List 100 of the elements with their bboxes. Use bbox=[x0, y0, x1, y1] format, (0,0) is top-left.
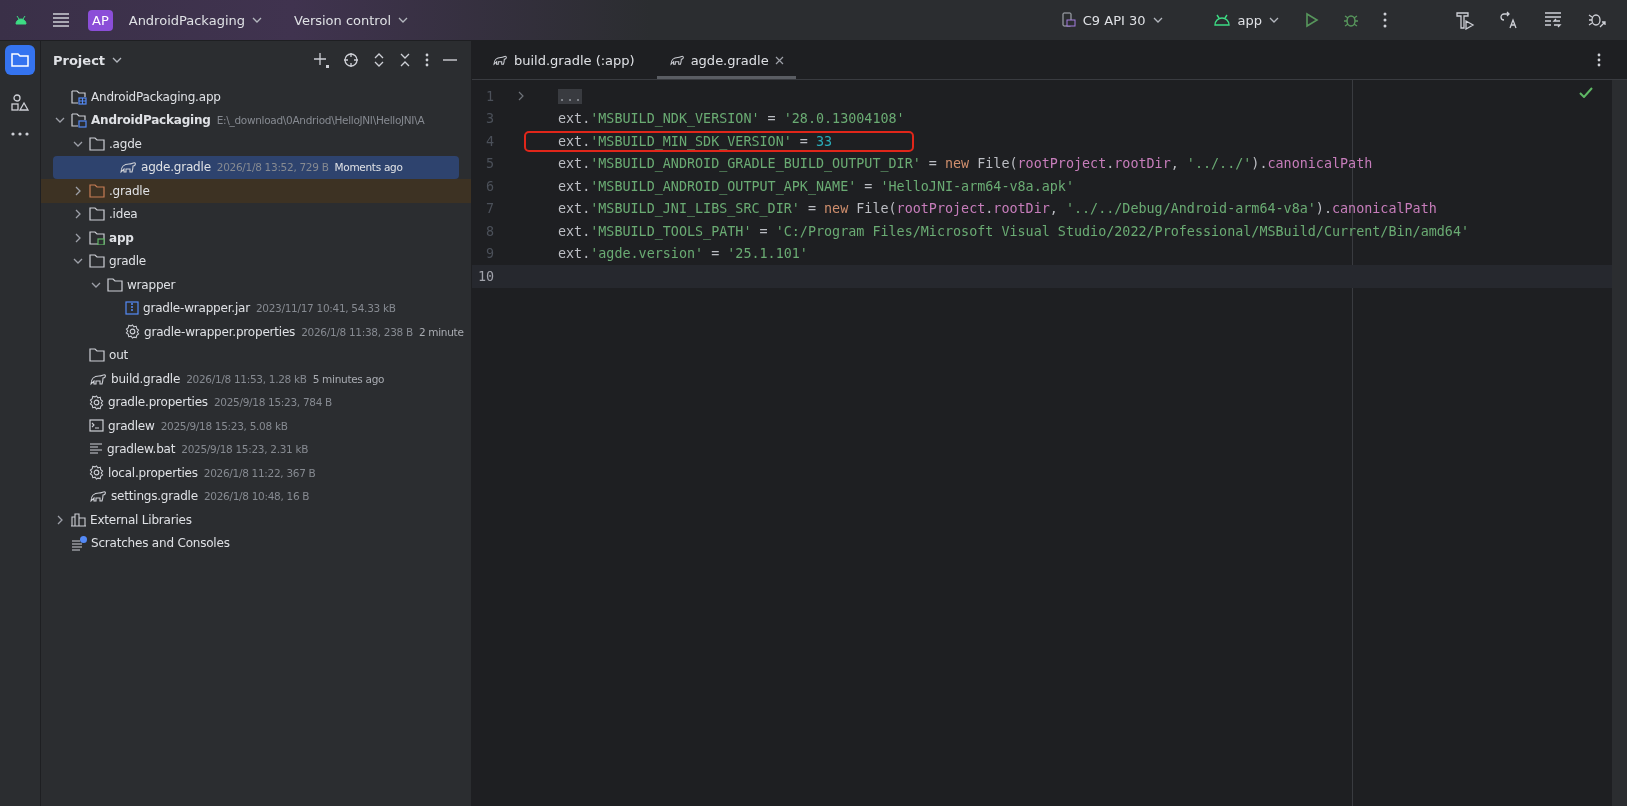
more-icon[interactable] bbox=[425, 53, 429, 67]
check-icon bbox=[1579, 87, 1593, 98]
code-line: ext.'MSBUILD_ANDROID_OUTPUT_APK_NAME' = 'HelloJNI-arm64-v8a.apk' bbox=[558, 177, 1074, 195]
folder-icon bbox=[89, 136, 105, 151]
chevron-icon[interactable] bbox=[73, 209, 83, 220]
tree-row[interactable]: build.gradle 2026/1/8 11:53, 1.28 kB 5 minutes ago bbox=[41, 367, 471, 391]
more-icon[interactable] bbox=[1383, 12, 1387, 28]
tree-row[interactable]: gradle-wrapper.properties 2026/1/8 11:38, 238 B 2 minute bbox=[41, 320, 471, 344]
tree-item-name: local.properties bbox=[108, 465, 198, 480]
elephant-icon bbox=[89, 371, 107, 386]
code-line: ext.'MSBUILD_ANDROID_GRADLE_BUILD_OUTPUT_DIR' = new File(rootProject.rootDir, '../../').canonicalPath bbox=[558, 155, 1373, 173]
folder-icon bbox=[89, 207, 105, 222]
gear-icon bbox=[89, 465, 104, 481]
tree-row[interactable]: gradle bbox=[41, 249, 471, 273]
code-line: ext.'agde.version' = '25.1.101' bbox=[558, 245, 808, 263]
folder-icon[interactable] bbox=[5, 45, 35, 75]
bug-icon[interactable] bbox=[1343, 12, 1359, 28]
tree-item-name: gradle-wrapper.jar bbox=[143, 301, 250, 316]
menu-icon[interactable] bbox=[52, 13, 70, 27]
editor-tab[interactable]: build.gradle (:app) bbox=[480, 41, 647, 79]
file-info: 2026/1/8 13:52, 729 B bbox=[216, 161, 329, 174]
archive-icon bbox=[125, 301, 139, 316]
hammer-icon[interactable] bbox=[1455, 10, 1475, 30]
chevron-icon[interactable] bbox=[73, 232, 83, 243]
tree-item-name: gradlew bbox=[108, 418, 155, 433]
tree-row[interactable]: gradlew.bat 2025/9/18 15:23, 2.31 kB bbox=[41, 437, 471, 461]
tree-item-name: AndroidPackaging bbox=[91, 113, 211, 128]
project-switcher[interactable]: AndroidPackaging bbox=[122, 8, 268, 32]
tree-row[interactable]: gradle-wrapper.jar 2023/11/17 10:41, 54.33 kB bbox=[41, 296, 471, 320]
code-line: ext.'MSBUILD_TOOLS_PATH' = 'C:/Program Files/Microsoft Visual Studio/2022/Professional/MSBuild/Current/Bin/amd64' bbox=[558, 222, 1469, 240]
tree-row[interactable]: app bbox=[41, 226, 471, 250]
tree-item-name: build.gradle bbox=[111, 371, 181, 386]
editor-tab[interactable]: agde.gradle bbox=[656, 41, 796, 79]
minimize-icon[interactable] bbox=[443, 58, 457, 62]
file-info: 2026/1/8 10:48, 16 B bbox=[203, 490, 310, 503]
elephant-icon bbox=[492, 54, 508, 66]
file-info: 2026/1/8 11:53, 1.28 kB bbox=[186, 372, 307, 385]
modified-time: 5 minutes ago bbox=[312, 372, 385, 385]
project-view-dropdown[interactable]: Project bbox=[49, 50, 127, 70]
tree-row[interactable]: Scratches and Consoles bbox=[41, 531, 471, 555]
tree-row[interactable]: local.properties 2026/1/8 11:22, 367 B bbox=[41, 461, 471, 485]
file-info: 2026/1/8 11:38, 238 B bbox=[301, 325, 413, 338]
device-icon bbox=[1061, 12, 1076, 28]
tree-item-name: .gradle bbox=[109, 183, 150, 198]
text-lines-icon bbox=[89, 443, 103, 456]
chevron-icon bbox=[252, 17, 262, 23]
scrollbar-track[interactable] bbox=[1612, 80, 1627, 806]
chevron-icon bbox=[112, 57, 123, 63]
file-info: 2025/9/18 15:23, 784 B bbox=[213, 396, 332, 409]
tree-row[interactable]: .gradle bbox=[41, 179, 471, 203]
more-icon[interactable] bbox=[10, 131, 30, 137]
tree-row[interactable]: .idea bbox=[41, 202, 471, 226]
folder-icon bbox=[89, 183, 105, 198]
tree-row[interactable]: AndroidPackaging E:\_download\0Andriod\HelloJNI\HelloJNI\A bbox=[41, 108, 471, 132]
add-icon[interactable] bbox=[313, 52, 329, 68]
code-line: ext.'MSBUILD_JNI_LIBS_SRC_DIR' = new File(rootProject.rootDir, '../../Debug/Android-arm64-v8a').canonicalPath bbox=[558, 200, 1437, 218]
tree-row[interactable]: AndroidPackaging.app bbox=[41, 85, 471, 109]
tree-item-name: .agde bbox=[109, 136, 142, 151]
tree-item-name: gradlew.bat bbox=[107, 442, 176, 457]
run-icon[interactable] bbox=[1305, 12, 1319, 28]
books-icon bbox=[71, 512, 86, 527]
chevron-icon[interactable] bbox=[55, 514, 65, 525]
module-icon bbox=[71, 88, 87, 105]
tree-row[interactable]: out bbox=[41, 343, 471, 367]
elephant-icon bbox=[89, 489, 107, 504]
tree-row[interactable]: wrapper bbox=[41, 273, 471, 297]
line-number: 10 bbox=[476, 268, 494, 284]
project-badge[interactable]: AP bbox=[88, 9, 113, 31]
run-config-dropdown[interactable]: app bbox=[1206, 8, 1285, 32]
sync-list-icon[interactable] bbox=[1543, 10, 1563, 30]
expand-all-icon[interactable] bbox=[373, 52, 385, 68]
collapse-all-icon[interactable] bbox=[399, 52, 411, 68]
tree-item-name: settings.gradle bbox=[111, 489, 198, 504]
tree-item-name: Scratches and Consoles bbox=[91, 536, 230, 551]
device-dropdown[interactable]: C9 API 30 bbox=[1055, 8, 1169, 32]
code-line: ext.'MSBUILD_NDK_VERSION' = '28.0.13004108' bbox=[558, 110, 905, 128]
module-folder-icon bbox=[89, 230, 105, 245]
tree-row[interactable]: .agde bbox=[41, 132, 471, 156]
tree-row[interactable]: settings.gradle 2026/1/8 10:48, 16 B bbox=[41, 484, 471, 508]
translate-icon[interactable] bbox=[1499, 10, 1519, 30]
modified-time: 2 minute bbox=[418, 325, 464, 338]
close-icon[interactable] bbox=[774, 55, 784, 65]
android-icon bbox=[1212, 14, 1231, 26]
tree-row[interactable]: External Libraries bbox=[41, 508, 471, 532]
chevron-icon[interactable] bbox=[73, 185, 83, 196]
tree-row[interactable]: gradle.properties 2025/9/18 15:23, 784 B bbox=[41, 390, 471, 414]
more-icon[interactable] bbox=[1597, 53, 1601, 67]
file-info: 2025/9/18 15:23, 5.08 kB bbox=[160, 419, 288, 432]
file-info: 2026/1/8 11:22, 367 B bbox=[203, 466, 316, 479]
chevron-icon bbox=[1269, 17, 1279, 23]
file-info: 2023/11/17 10:41, 54.33 kB bbox=[255, 302, 396, 315]
version-control-dropdown[interactable]: Version control bbox=[288, 8, 414, 32]
tree-row[interactable]: agde.gradle 2026/1/8 13:52, 729 B Moments ago bbox=[53, 155, 459, 179]
chevron-icon bbox=[1152, 17, 1163, 23]
tree-row[interactable]: gradlew 2025/9/18 15:23, 5.08 kB bbox=[41, 414, 471, 438]
locate-icon[interactable] bbox=[343, 52, 359, 68]
module-icon bbox=[71, 112, 87, 129]
fold-chevron-icon[interactable] bbox=[517, 91, 525, 102]
shapes-icon[interactable] bbox=[10, 93, 30, 113]
tree-item-name: gradle.properties bbox=[108, 395, 208, 410]
